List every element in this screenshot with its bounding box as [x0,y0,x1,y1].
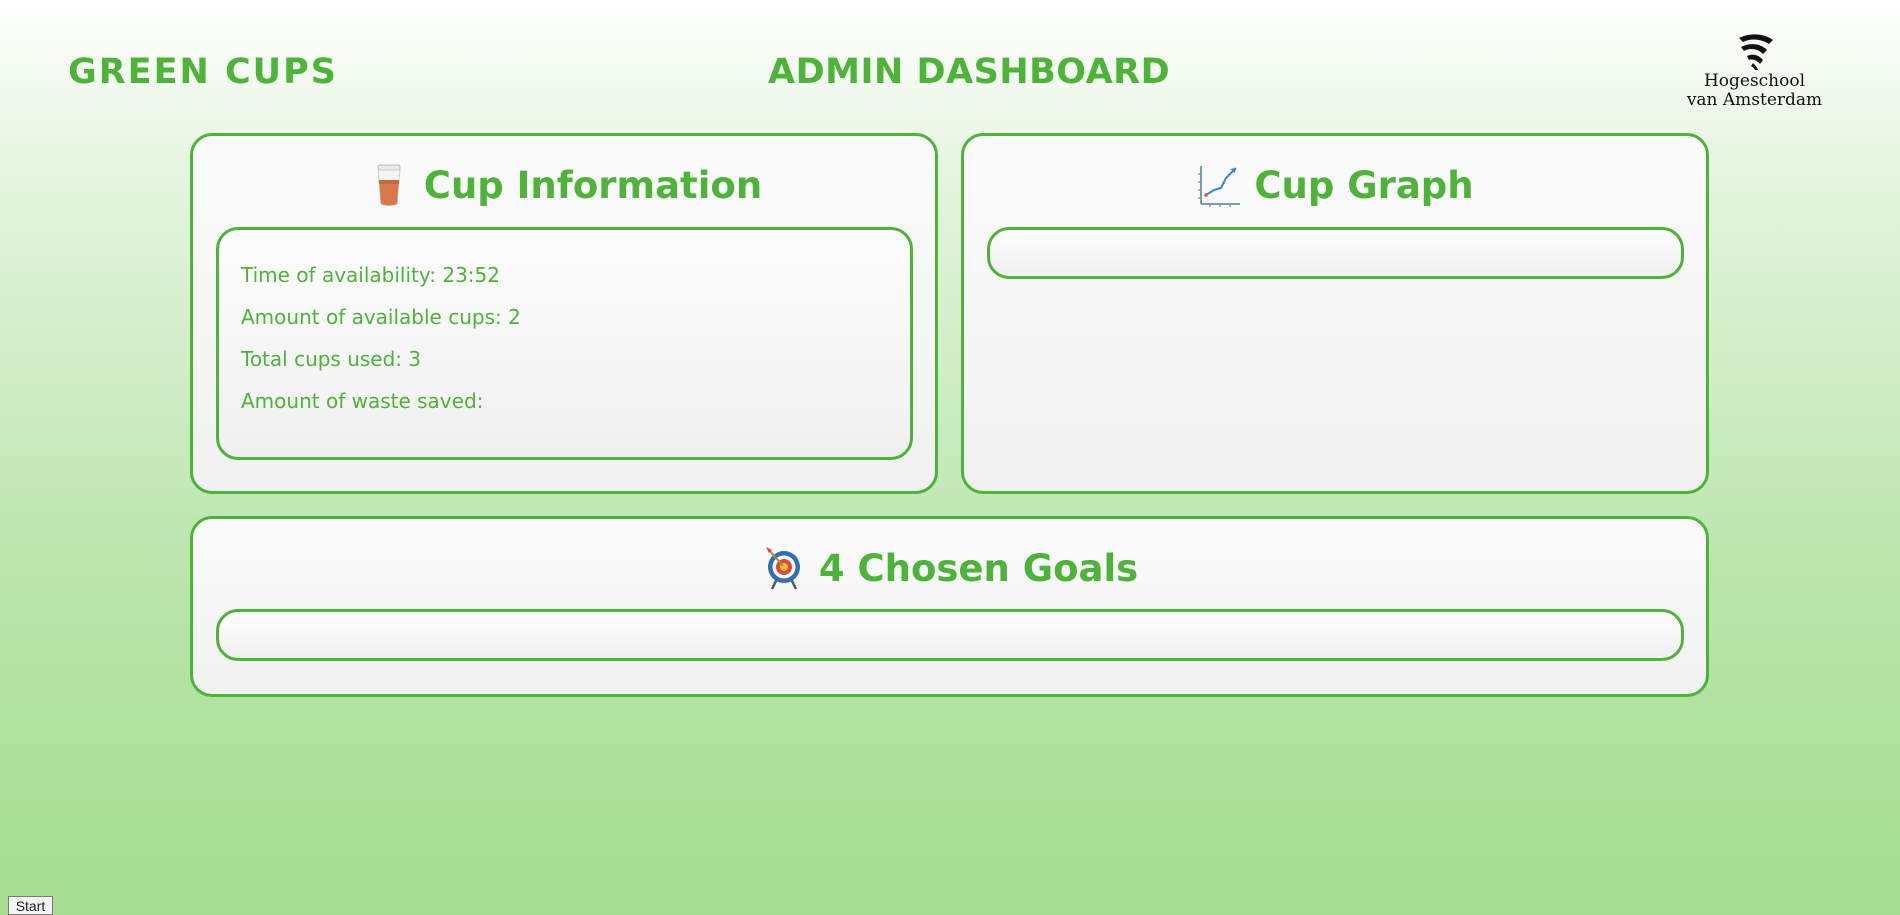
total-cups-used: Total cups used: 3 [241,347,422,371]
logo: Hogeschool van Amsterdam [1682,32,1827,114]
cup-graph-panel [987,227,1684,279]
chart-increasing-icon [1198,166,1241,207]
start-button[interactable]: Start [8,896,53,915]
goals-card: 4 Chosen Goals [190,516,1709,697]
page-title: ADMIN DASHBOARD [768,52,1171,92]
available-cups: Amount of available cups: 2 [241,305,521,329]
logo-line-1: Hogeschool [1703,71,1806,91]
coffee-cup-icon [377,164,401,206]
waste-saved: Amount of waste saved: [241,389,484,413]
cup-information-card: Cup Information Time of availability: 23… [190,133,938,494]
goals-title: 4 Chosen Goals [818,546,1139,590]
cup-graph-header: Cup Graph [964,160,1706,210]
cup-information-title: Cup Information [423,163,763,207]
logo-line-2: van Amsterdam [1686,90,1823,110]
cup-information-panel: Time of availability: 23:52 Amount of av… [216,227,913,460]
cup-information-header: Cup Information [193,160,935,210]
goals-panel [216,609,1684,661]
hva-logo-icon [1738,34,1773,70]
availability-time: Time of availability: 23:52 [241,263,500,287]
goals-header: 4 Chosen Goals [193,543,1706,593]
cup-graph-title: Cup Graph [1254,163,1474,207]
brand-title: GREEN CUPS [68,52,338,92]
target-icon [765,547,800,590]
cup-graph-card: Cup Graph [961,133,1709,494]
